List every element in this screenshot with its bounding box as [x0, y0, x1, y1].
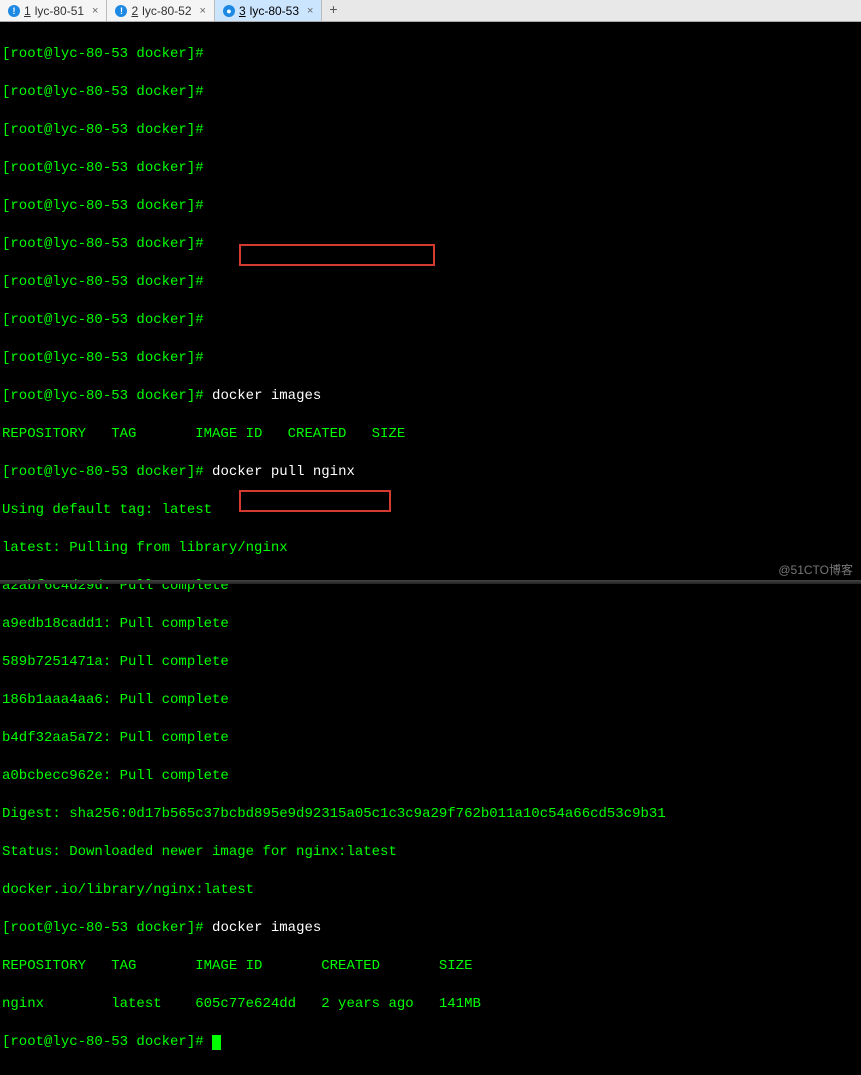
close-icon[interactable]: ×: [92, 5, 98, 17]
prompt-line: [root@lyc-80-53 docker]# docker images: [2, 919, 859, 938]
tab-label: lyc-80-53: [250, 4, 299, 18]
bottom-bar: [0, 580, 861, 584]
prompt-line: [root@lyc-80-53 docker]#: [2, 197, 859, 216]
prompt-line: [root@lyc-80-53 docker]#: [2, 273, 859, 292]
output-line: a9edb18cadd1: Pull complete: [2, 615, 859, 634]
tab-number: 1: [24, 4, 31, 18]
table-row: nginx latest 605c77e624dd 2 years ago 14…: [2, 995, 859, 1014]
close-icon[interactable]: ×: [307, 5, 313, 17]
table-header: REPOSITORY TAG IMAGE ID CREATED SIZE: [2, 425, 859, 444]
output-line: 186b1aaa4aa6: Pull complete: [2, 691, 859, 710]
tab-label: lyc-80-51: [35, 4, 84, 18]
output-line: Status: Downloaded newer image for nginx…: [2, 843, 859, 862]
prompt-line: [root@lyc-80-53 docker]#: [2, 159, 859, 178]
prompt-line: [root@lyc-80-53 docker]#: [2, 235, 859, 254]
output-line: Digest: sha256:0d17b565c37bcbd895e9d9231…: [2, 805, 859, 824]
output-line: 589b7251471a: Pull complete: [2, 653, 859, 672]
tab-label: lyc-80-52: [142, 4, 191, 18]
output-line: a0bcbecc962e: Pull complete: [2, 767, 859, 786]
dot-icon: ●: [223, 5, 235, 17]
add-tab-button[interactable]: +: [322, 0, 344, 21]
prompt-line: [root@lyc-80-53 docker]#: [2, 1033, 859, 1052]
watermark: @51CTO博客: [778, 561, 853, 578]
table-header: REPOSITORY TAG IMAGE ID CREATED SIZE: [2, 957, 859, 976]
output-line: Using default tag: latest: [2, 501, 859, 520]
terminal-output[interactable]: [root@lyc-80-53 docker]# [root@lyc-80-53…: [0, 22, 861, 1075]
prompt-line: [root@lyc-80-53 docker]#: [2, 121, 859, 140]
info-icon: !: [115, 5, 127, 17]
output-line: docker.io/library/nginx:latest: [2, 881, 859, 900]
prompt-line: [root@lyc-80-53 docker]#: [2, 45, 859, 64]
prompt-line: [root@lyc-80-53 docker]# docker images: [2, 387, 859, 406]
output-line: b4df32aa5a72: Pull complete: [2, 729, 859, 748]
close-icon[interactable]: ×: [200, 5, 206, 17]
tab-1[interactable]: ! 1 lyc-80-51 ×: [0, 0, 107, 21]
tab-bar: ! 1 lyc-80-51 × ! 2 lyc-80-52 × ● 3 lyc-…: [0, 0, 861, 22]
cursor: [212, 1035, 221, 1050]
prompt-line: [root@lyc-80-53 docker]# docker pull ngi…: [2, 463, 859, 482]
prompt-line: [root@lyc-80-53 docker]#: [2, 311, 859, 330]
tab-number: 3: [239, 4, 246, 18]
prompt-line: [root@lyc-80-53 docker]#: [2, 83, 859, 102]
tab-3[interactable]: ● 3 lyc-80-53 ×: [215, 0, 322, 21]
tab-number: 2: [131, 4, 138, 18]
prompt-line: [root@lyc-80-53 docker]#: [2, 349, 859, 368]
output-line: latest: Pulling from library/nginx: [2, 539, 859, 558]
info-icon: !: [8, 5, 20, 17]
tab-2[interactable]: ! 2 lyc-80-52 ×: [107, 0, 214, 21]
